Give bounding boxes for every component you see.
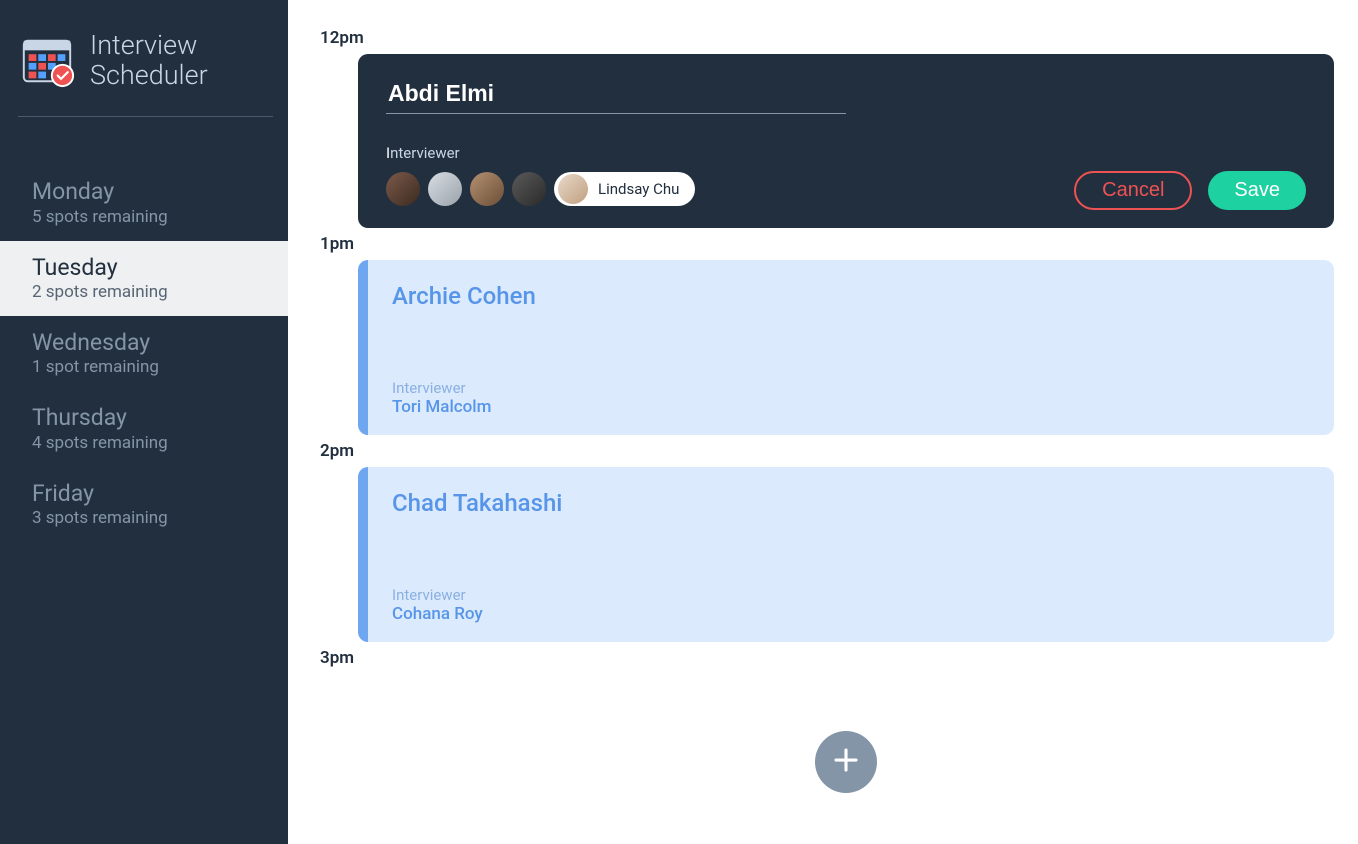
selected-interviewer-chip[interactable]: Lindsay Chu [554, 172, 695, 206]
add-appointment-button[interactable] [815, 731, 877, 793]
interviewer-avatar-1[interactable] [386, 172, 420, 206]
interviewer-avatar-selected [558, 174, 588, 204]
selected-interviewer-name: Lindsay Chu [598, 180, 679, 198]
app-title: Interview Scheduler [90, 30, 208, 90]
day-item-friday[interactable]: Friday 3 spots remaining [0, 467, 288, 542]
appointment-card-1pm[interactable]: Archie Cohen Interviewer Tori Malcolm [358, 260, 1334, 435]
student-name: Archie Cohen [392, 282, 1310, 310]
day-list: Monday 5 spots remaining Tuesday 2 spots… [0, 165, 288, 541]
day-name: Monday [32, 179, 288, 204]
day-spots: 4 spots remaining [32, 433, 288, 453]
save-button[interactable]: Save [1208, 171, 1306, 210]
student-name: Chad Takahashi [392, 489, 1310, 517]
day-spots: 2 spots remaining [32, 282, 288, 302]
empty-slot-3pm [358, 674, 1334, 844]
interviewer-label: Interviewer [392, 379, 1310, 397]
cancel-button[interactable]: Cancel [1074, 171, 1192, 210]
time-label-12pm: 12pm [320, 28, 1334, 48]
interviewer-label: Interviewer [392, 586, 1310, 604]
day-spots: 5 spots remaining [32, 207, 288, 227]
interviewer-name: Cohana Roy [392, 604, 1310, 624]
day-item-tuesday[interactable]: Tuesday 2 spots remaining [0, 241, 288, 316]
time-label-2pm: 2pm [320, 441, 1334, 461]
logo-divider [18, 116, 273, 117]
appointment-card-2pm[interactable]: Chad Takahashi Interviewer Cohana Roy [358, 467, 1334, 642]
calendar-logo-icon [18, 31, 76, 89]
schedule: 12pm Interviewer Lindsay Chu Cancel Save… [288, 0, 1358, 844]
student-name-input[interactable] [386, 78, 846, 114]
interviewer-avatar-4[interactable] [512, 172, 546, 206]
sidebar: Interview Scheduler Monday 5 spots remai… [0, 0, 288, 844]
appointment-form: Interviewer Lindsay Chu Cancel Save [358, 54, 1334, 228]
time-label-1pm: 1pm [320, 234, 1334, 254]
plus-icon [831, 745, 861, 779]
day-item-wednesday[interactable]: Wednesday 1 spot remaining [0, 316, 288, 391]
interviewer-label: Interviewer [386, 144, 1306, 162]
day-item-monday[interactable]: Monday 5 spots remaining [0, 165, 288, 240]
interviewer-avatar-3[interactable] [470, 172, 504, 206]
day-name: Friday [32, 481, 288, 506]
day-spots: 1 spot remaining [32, 357, 288, 377]
interviewer-name: Tori Malcolm [392, 397, 1310, 417]
day-name: Thursday [32, 405, 288, 430]
day-spots: 3 spots remaining [32, 508, 288, 528]
interviewer-avatar-2[interactable] [428, 172, 462, 206]
day-name: Wednesday [32, 330, 288, 355]
day-name: Tuesday [32, 255, 288, 280]
day-item-thursday[interactable]: Thursday 4 spots remaining [0, 391, 288, 466]
logo-block: Interview Scheduler [0, 0, 288, 137]
time-label-3pm: 3pm [320, 648, 1334, 668]
